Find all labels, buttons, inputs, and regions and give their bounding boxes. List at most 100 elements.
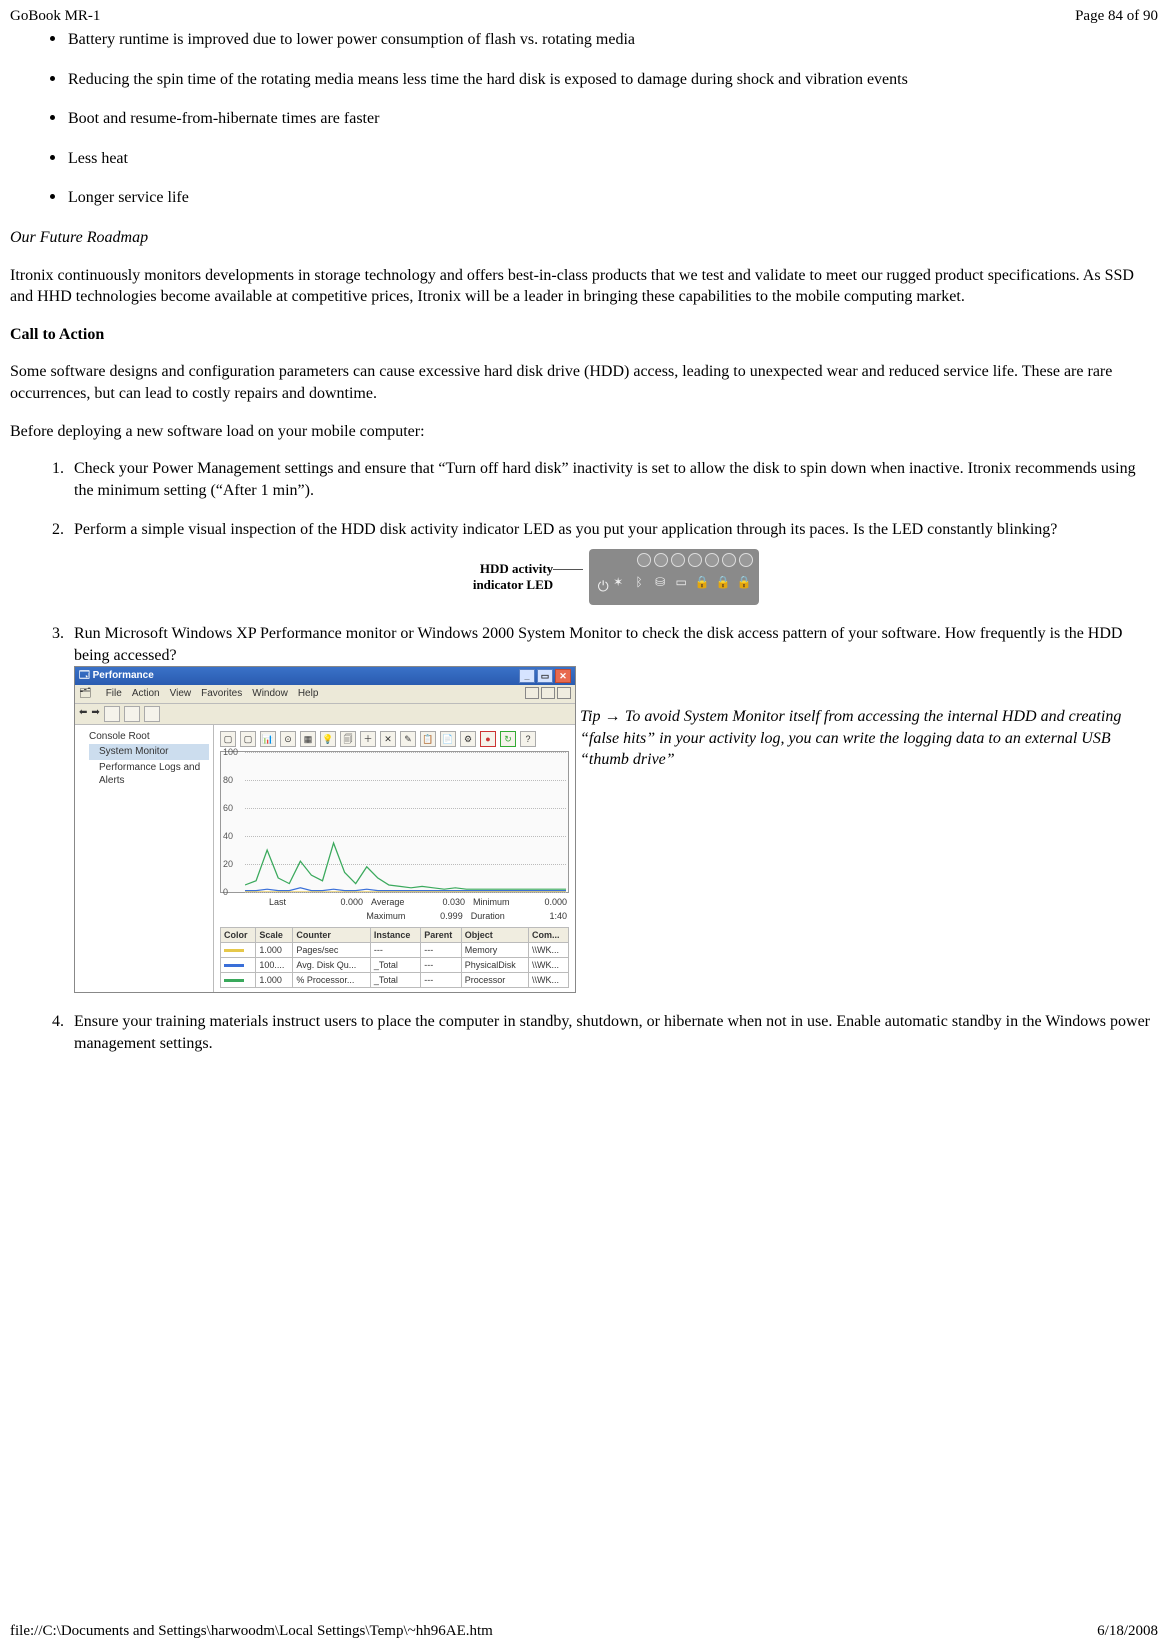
nav-fwd-icon[interactable]: ➡ [91, 706, 99, 722]
table-header[interactable]: Parent [421, 927, 462, 942]
table-cell: 1.000 [256, 973, 293, 988]
power-icon: ⏻ [593, 579, 613, 599]
perf-counters-table: ColorScaleCounterInstanceParentObjectCom… [220, 927, 569, 989]
chart-tb-paste[interactable]: 📄 [440, 731, 456, 747]
chart-tb-copy[interactable]: 📋 [420, 731, 436, 747]
chart-tb-plus[interactable]: ＋ [360, 731, 376, 747]
menu-favorites[interactable]: Favorites [201, 687, 242, 701]
chart-tb-help[interactable]: ? [520, 731, 536, 747]
tip-text: Tip → To avoid System Monitor itself fro… [578, 666, 1158, 771]
perf-title-text: Performance [93, 670, 154, 681]
inner-minimize-icon[interactable] [525, 687, 539, 699]
table-header[interactable]: Instance [370, 927, 420, 942]
table-cell: _Total [370, 958, 420, 973]
table-header[interactable]: Scale [256, 927, 293, 942]
chart-tb-freeze[interactable]: ● [480, 731, 496, 747]
list-item: Reducing the spin time of the rotating m… [50, 69, 1158, 91]
maximize-icon[interactable]: ▭ [537, 669, 553, 683]
led-dot [671, 553, 685, 567]
perf-stats-row2: Maximum 0.999 Duration 1:40 [220, 909, 569, 923]
chart-tb-props[interactable]: ⚙ [460, 731, 476, 747]
chart-series-line [245, 843, 566, 889]
table-cell: 1.000 [256, 943, 293, 958]
table-row[interactable]: 1.000Pages/sec------Memory\\WK... [221, 943, 569, 958]
table-header[interactable]: Com... [528, 927, 568, 942]
step-3: Run Microsoft Windows XP Performance mon… [68, 623, 1158, 994]
table-row[interactable]: 100....Avg. Disk Qu..._Total---PhysicalD… [221, 958, 569, 973]
color-swatch [224, 964, 244, 967]
chart-tb-button[interactable]: ▢ [220, 731, 236, 747]
chart-tb-button[interactable]: ⊙ [280, 731, 296, 747]
scrolllock-icon: 🔒 [735, 573, 753, 591]
bluetooth-icon: ᛒ [630, 573, 648, 591]
advantage-list: Battery runtime is improved due to lower… [10, 29, 1158, 209]
menu-action[interactable]: Action [132, 687, 160, 701]
stat-max-val: 0.999 [415, 910, 471, 922]
table-header[interactable]: Color [221, 927, 256, 942]
battery-icon: ▭ [672, 573, 690, 591]
chart-tb-highlight[interactable]: ✎ [400, 731, 416, 747]
led-dot [739, 553, 753, 567]
chart-tb-button[interactable]: 🗐 [340, 731, 356, 747]
stat-dur-label: Duration [471, 910, 519, 922]
tree-root[interactable]: Console Root [79, 729, 209, 745]
step-2-text: Perform a simple visual inspection of th… [74, 521, 1057, 538]
list-item: Less heat [50, 148, 1158, 170]
chart-tb-button[interactable]: ▢ [240, 731, 256, 747]
capslock-icon: 🔒 [714, 573, 732, 591]
chart-tb-button[interactable]: 📊 [260, 731, 276, 747]
led-dot [705, 553, 719, 567]
menu-help[interactable]: Help [298, 687, 319, 701]
chart-ytick: 0 [223, 886, 228, 898]
hdd-label-line1: HDD activity [473, 561, 553, 577]
chart-tb-button[interactable]: ▦ [300, 731, 316, 747]
chart-ytick: 40 [223, 830, 233, 842]
page-indicator: Page 84 of 90 [1075, 8, 1158, 25]
step-3-text: Run Microsoft Windows XP Performance mon… [74, 625, 1122, 664]
inner-close-icon[interactable] [557, 687, 571, 699]
toolbar-button[interactable] [124, 706, 140, 722]
step-2: Perform a simple visual inspection of th… [68, 519, 1158, 605]
led-dot [688, 553, 702, 567]
hdd-led-figure: HDD activity indicator LED ⏻ [74, 549, 1158, 605]
call-heading: Call to Action [10, 324, 1158, 346]
chart-tb-update[interactable]: ↻ [500, 731, 516, 747]
tree-system-monitor[interactable]: System Monitor [89, 744, 209, 760]
chart-ytick: 80 [223, 774, 233, 786]
stat-min-val: 0.000 [520, 896, 567, 908]
table-header[interactable]: Counter [293, 927, 370, 942]
chart-tb-delete[interactable]: ✕ [380, 731, 396, 747]
menu-file[interactable]: File [106, 687, 122, 701]
roadmap-text: Itronix continuously monitors developmen… [10, 265, 1158, 308]
tip-prefix: Tip [580, 708, 604, 725]
nav-back-icon[interactable]: ⬅ [79, 706, 87, 722]
menu-view[interactable]: View [170, 687, 192, 701]
table-cell: --- [370, 943, 420, 958]
tree-perf-logs[interactable]: Performance Logs and Alerts [89, 760, 209, 789]
minimize-icon[interactable]: _ [519, 669, 535, 683]
toolbar-button[interactable] [104, 706, 120, 722]
roadmap-heading: Our Future Roadmap [10, 227, 1158, 249]
menu-window[interactable]: Window [252, 687, 288, 701]
perf-titlebar: 🗔 Performance _ ▭ ✕ [75, 667, 575, 685]
list-item: Boot and resume-from-hibernate times are… [50, 108, 1158, 130]
hdd-label-line2: indicator LED [473, 577, 553, 593]
app-icon: 🗂 [79, 687, 92, 701]
table-header[interactable]: Object [461, 927, 528, 942]
stat-last-label: Last [269, 896, 316, 908]
stat-avg-val: 0.030 [418, 896, 473, 908]
doc-title: GoBook MR-1 [10, 8, 100, 25]
close-icon[interactable]: ✕ [555, 669, 571, 683]
table-cell: --- [421, 943, 462, 958]
table-cell: --- [421, 958, 462, 973]
table-row[interactable]: 1.000% Processor..._Total---Processor\\W… [221, 973, 569, 988]
toolbar-refresh-button[interactable] [144, 706, 160, 722]
color-swatch [224, 979, 244, 982]
performance-monitor-window: 🗔 Performance _ ▭ ✕ 🗂 File Action View F… [74, 666, 576, 993]
inner-restore-icon[interactable] [541, 687, 555, 699]
step-1: Check your Power Management settings and… [68, 458, 1158, 501]
table-cell: PhysicalDisk [461, 958, 528, 973]
disk-icon: ⛁ [651, 573, 669, 591]
color-swatch [224, 949, 244, 952]
chart-tb-button[interactable]: 💡 [320, 731, 336, 747]
